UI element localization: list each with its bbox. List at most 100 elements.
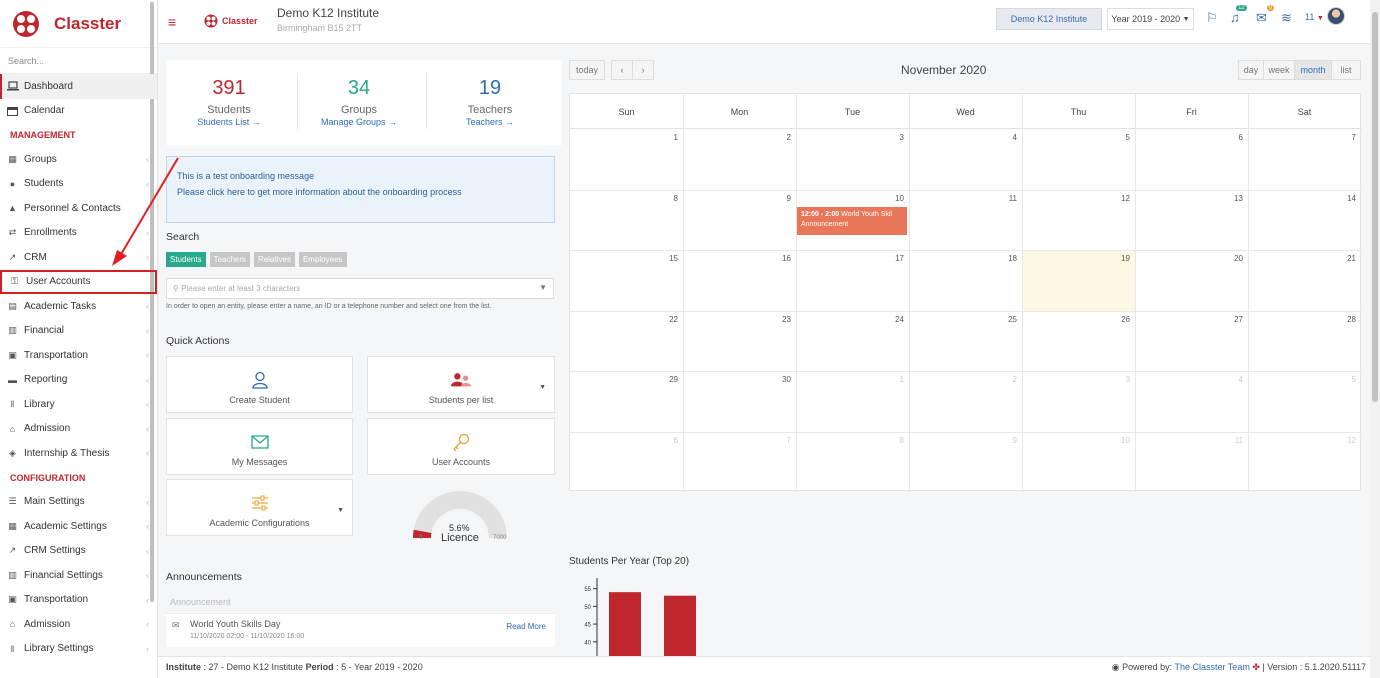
students-per-list-button[interactable]: Students per list ▼ [367,356,555,413]
sidebar-item-library[interactable]: ‖ Library ‹ [0,392,157,417]
next-month-button[interactable]: › [632,60,654,80]
sidebar-item-transportation[interactable]: ▣ Transportation ‹ [0,343,157,368]
calendar-day[interactable]: 18 [909,254,1017,263]
calendar-day[interactable]: 17 [796,254,904,263]
calendar-day[interactable]: 11 [909,194,1017,203]
calendar-day[interactable]: 2 [683,133,791,142]
list-item[interactable]: ✉ World Youth Skills Day 11/10/2020 02:0… [166,613,555,647]
calendar-day[interactable]: 5 [1248,375,1356,384]
calendar-day[interactable]: 4 [1135,375,1243,384]
create-student-button[interactable]: Create Student [166,356,353,413]
calendar-event[interactable]: 12:00 - 2:00 World Youth Skil Announceme… [797,207,907,235]
sidebar-logo[interactable]: Classter [0,0,157,48]
sidebar-search-input[interactable]: Search... [0,48,157,74]
calendar-day[interactable]: 12 [1248,436,1356,445]
sidebar-item-financial-settings[interactable]: ▥ Financial Settings ‹ [0,563,157,588]
sidebar-item-reporting[interactable]: ▬ Reporting ‹ [0,368,157,393]
sidebar-item-academic-settings[interactable]: ▦ Academic Settings ‹ [0,514,157,539]
calendar-day[interactable]: 16 [683,254,791,263]
sidebar-item-internship[interactable]: ◈ Internship & Thesis ‹ [0,441,157,466]
calendar-day[interactable]: 9 [909,436,1017,445]
sidebar-item-enrollments[interactable]: ⇄ Enrollments ‹ [0,221,157,246]
calendar-day[interactable]: 28 [1248,315,1356,324]
calendar-day[interactable]: 22 [570,315,678,324]
calendar-day[interactable]: 7 [683,436,791,445]
entity-search-input[interactable]: ⚲ Please enter at least 3 characters ▼ [166,278,554,299]
year-select[interactable]: Year 2019 - 2020 ▼ [1107,8,1194,30]
calendar-day[interactable]: 1 [570,133,678,142]
calendar-day[interactable]: 20 [1135,254,1243,263]
teachers-link[interactable]: Teachers → [430,117,550,127]
calendar-day[interactable]: 2 [909,375,1017,384]
sidebar-item-calendar[interactable]: Calendar [0,99,157,124]
topbar-logo[interactable]: Classter [204,14,258,28]
sidebar-item-financial[interactable]: ▥ Financial ‹ [0,319,157,344]
calendar-day[interactable]: 5 [1022,133,1130,142]
calendar-day[interactable]: 15 [570,254,678,263]
calendar-day[interactable]: 6 [1135,133,1243,142]
page-scrollbar[interactable] [1370,0,1380,678]
calendar-day[interactable]: 11 [1135,436,1243,445]
calendar-day[interactable]: 8 [570,194,678,203]
calendar-day[interactable]: 8 [796,436,904,445]
sidebar-item-main-settings[interactable]: ☰ Main Settings ‹ [0,490,157,515]
sidebar-item-academic-tasks[interactable]: ▤ Academic Tasks ‹ [0,294,157,319]
sidebar-item-personnel[interactable]: ▲ Personnel & Contacts ‹ [0,196,157,221]
user-menu-count[interactable]: 11 ▼ [1305,12,1324,22]
tab-students[interactable]: Students [166,252,206,267]
flag-icon[interactable]: ⚐ [1206,10,1218,26]
sidebar-item-crm[interactable]: ↗ CRM ‹ [0,245,157,270]
calendar-day[interactable]: 3 [1022,375,1130,384]
calendar-day[interactable]: 23 [683,315,791,324]
calendar-day[interactable]: 30 [683,375,791,384]
onboarding-message[interactable]: This is a test onboarding message Please… [166,156,555,223]
calendar-day[interactable]: 12 [1022,194,1130,203]
calendar-day[interactable]: 10 [796,194,904,203]
calendar-day[interactable]: 21 [1248,254,1356,263]
sidebar-item-groups[interactable]: ▦ Groups ‹ [0,147,157,172]
calendar-day[interactable]: 13 [1135,194,1243,203]
user-accounts-button[interactable]: User Accounts [367,418,555,475]
calendar-day[interactable]: 7 [1248,133,1356,142]
view-day-button[interactable]: day [1238,60,1264,80]
calendar-day[interactable]: 14 [1248,194,1356,203]
avatar[interactable] [1327,7,1345,25]
sidebar-item-admission[interactable]: ⌂ Admission ‹ [0,417,157,442]
manage-groups-link[interactable]: Manage Groups → [299,117,419,127]
calendar-day[interactable]: 24 [796,315,904,324]
sidebar-item-user-accounts[interactable]: ⚿ User Accounts [0,269,157,294]
students-list-link[interactable]: Students List → [169,117,289,127]
calendar-day[interactable]: 27 [1135,315,1243,324]
tab-teachers[interactable]: Teachers [209,252,251,267]
sidebar-item-library-settings[interactable]: ‖ Library Settings ‹ [0,637,157,662]
today-button[interactable]: today [569,60,605,80]
sidebar-item-transportation-settings[interactable]: ▣ Transportation ‹ [0,588,157,613]
calendar-day[interactable]: 1 [796,375,904,384]
view-list-button[interactable]: list [1331,60,1361,80]
layers-icon[interactable]: ≋ [1281,10,1292,26]
caret-down-icon[interactable]: ▼ [539,384,546,391]
academic-configurations-button[interactable]: Academic Configurations ▼ [166,479,353,536]
calendar-day[interactable]: 3 [796,133,904,142]
calendar-day[interactable]: 10 [1022,436,1130,445]
page-scrollbar-thumb[interactable] [1372,12,1378,402]
tab-employees[interactable]: Employees [298,252,347,267]
calendar-day[interactable]: 9 [683,194,791,203]
calendar-day[interactable]: 19 [1022,254,1130,263]
classter-team-link[interactable]: The Classter Team [1174,662,1249,672]
view-month-button[interactable]: month [1294,60,1332,80]
view-week-button[interactable]: week [1263,60,1295,80]
my-messages-button[interactable]: My Messages [166,418,353,475]
calendar-day[interactable]: 6 [570,436,678,445]
bell-icon[interactable]: ♫ 12 [1230,5,1247,25]
tab-relatives[interactable]: Relatives [254,252,295,267]
institute-switch-button[interactable]: Demo K12 Institute [996,8,1102,30]
sidebar-item-students[interactable]: ● Students ‹ [0,172,157,197]
calendar-day[interactable]: 26 [1022,315,1130,324]
sidebar-item-crm-settings[interactable]: ↗ CRM Settings ‹ [0,539,157,564]
hamburger-menu-icon[interactable]: ≡ [168,14,176,30]
envelope-icon[interactable]: ✉ 0 [1256,5,1274,26]
sidebar-item-dashboard[interactable]: Dashboard [0,74,157,99]
sidebar-item-admission-settings[interactable]: ⌂ Admission ‹ [0,612,157,637]
onboarding-link[interactable]: Please click here to get more informatio… [177,184,544,200]
